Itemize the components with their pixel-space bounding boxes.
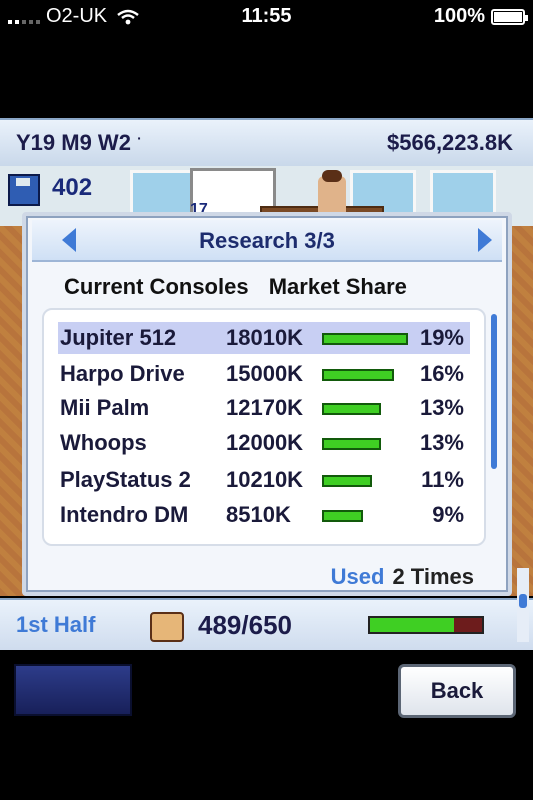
console-units: 12000K [226,430,304,455]
list-scrollbar[interactable] [491,314,497,469]
console-list[interactable]: Jupiter 512 18010K 19% Harpo Drive 15000… [42,308,486,546]
header-market-share: Market Share [268,274,407,299]
save-disk-icon[interactable] [8,174,40,206]
used-label: Used [330,564,385,589]
column-headers: Current Consoles Market Share [64,274,407,300]
funds: $566,223.8K [387,130,513,155]
console-units: 12170K [226,395,304,420]
console-units: 8510K [226,502,291,527]
console-units: 15000K [226,361,304,386]
side-scrollbar[interactable] [517,568,529,642]
game-date: Y19 M9 W2 · [16,130,142,156]
game-top-bar: Y19 M9 W2 · $566,223.8K [0,118,533,168]
header-current-consoles: Current Consoles [64,274,249,299]
console-name: Jupiter 512 [60,325,177,350]
status-bar: O2-UK 11:55 100% [0,0,533,33]
share-bar [322,510,363,522]
research-points-icon [150,612,184,642]
share-bar [322,369,394,381]
list-item[interactable]: Jupiter 512 18010K 19% [58,322,470,354]
share-bar [322,475,372,487]
list-item[interactable]: PlayStatus 2 10210K 11% [58,464,470,496]
console-share: 9% [432,502,464,527]
share-bar [322,403,381,415]
used-value: 2 Times [392,564,474,589]
dialog-title: Research 3/3 [199,228,335,253]
console-share: 16% [419,361,464,386]
window [430,170,496,216]
console-name: PlayStatus 2 [60,467,191,492]
console-name: Whoops [60,430,147,455]
list-item[interactable]: Mii Palm 12170K 13% [58,392,470,424]
console-share: 11% [421,467,464,492]
console-units: 10210K [226,467,304,492]
progress-text: 489/650 [198,610,292,640]
window [130,170,196,216]
progress-strip: 1st Half 489/650 [0,598,533,650]
console-name: Mii Palm [60,395,150,420]
date-text: Y19 M9 W2 [16,130,131,155]
dialog-header: Research 3/3 [32,220,502,262]
battery-percent: 100% [433,5,485,27]
list-item[interactable]: Intendro DM 8510K 9% [58,499,470,531]
console-name: Intendro DM [60,502,189,527]
save-count: 402 [52,174,93,201]
console-share: 13% [419,430,464,455]
research-dialog: Research 3/3 Current Consoles Market Sha… [22,212,512,596]
back-button[interactable]: Back [398,664,516,718]
employee-sprite [318,170,346,216]
console-name: Harpo Drive [60,361,185,386]
progress-bar [368,616,484,634]
period-label: 1st Half [16,612,96,637]
used-counter: Used 2 Times [331,564,474,590]
next-page-arrow-icon[interactable] [478,228,492,252]
blank-button[interactable] [14,664,132,716]
console-units: 18010K [226,325,304,350]
battery-icon [491,8,528,25]
list-item[interactable]: Whoops 12000K 13% [58,427,470,459]
list-item[interactable]: Harpo Drive 15000K 16% [58,358,470,390]
share-bar [322,333,408,345]
date-dot: · [137,130,142,146]
console-share: 13% [419,395,464,420]
console-share: 19% [419,325,464,350]
share-bar [322,438,381,450]
progress-bar-fill [370,618,455,632]
battery-area: 100% [433,5,528,28]
